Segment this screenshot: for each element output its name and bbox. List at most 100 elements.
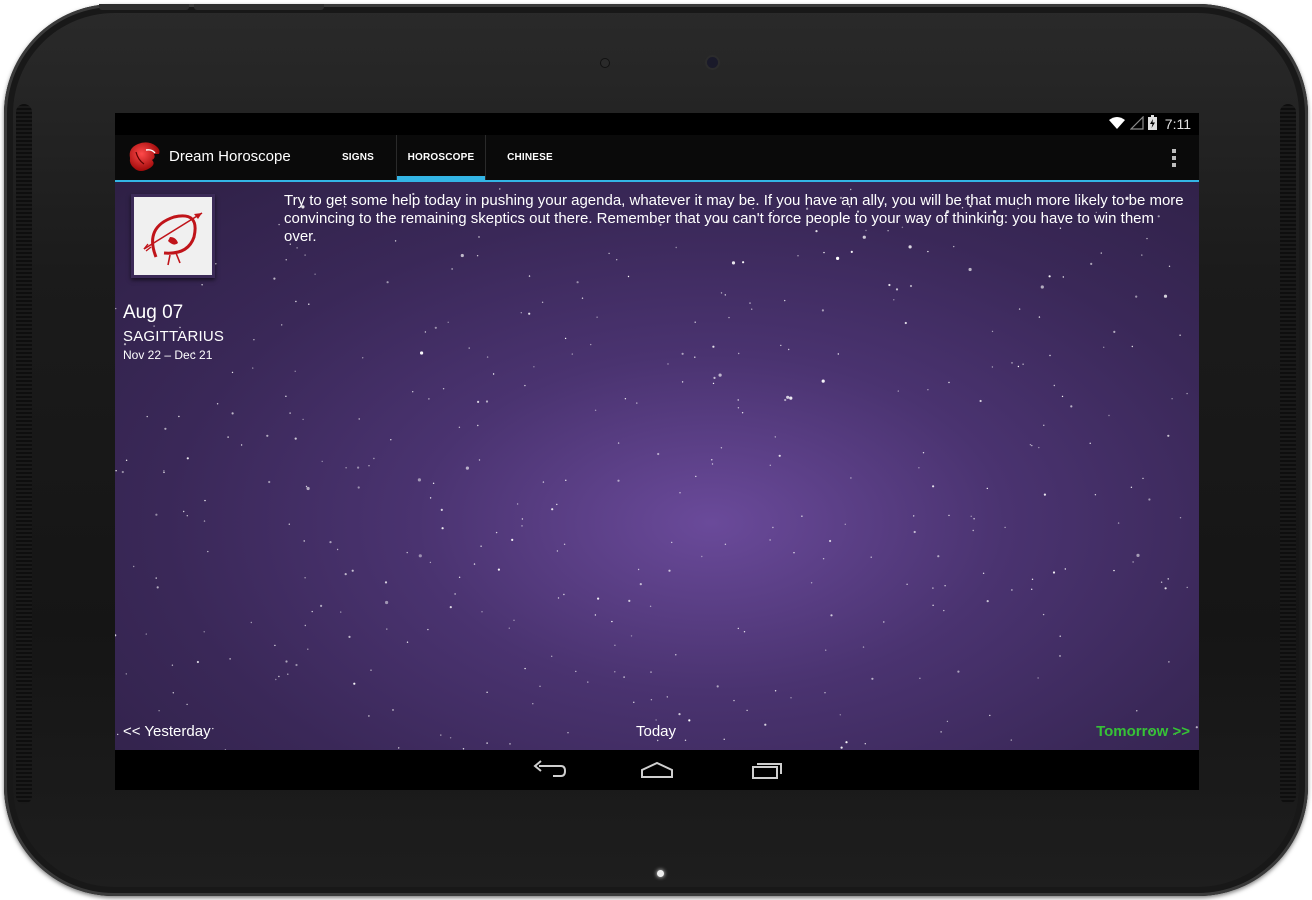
star bbox=[303, 540, 305, 542]
star bbox=[311, 610, 313, 613]
signal-icon bbox=[1129, 115, 1144, 133]
star bbox=[650, 671, 652, 673]
star bbox=[125, 459, 128, 461]
home-icon[interactable] bbox=[637, 758, 677, 782]
star bbox=[850, 188, 852, 191]
star bbox=[797, 255, 799, 257]
star bbox=[432, 482, 435, 484]
star bbox=[1038, 316, 1041, 318]
tab-signs[interactable]: SIGNS bbox=[322, 135, 394, 180]
star bbox=[1049, 354, 1051, 357]
star bbox=[155, 577, 157, 579]
star bbox=[539, 685, 541, 687]
sign-image[interactable] bbox=[131, 194, 215, 278]
star bbox=[449, 737, 452, 739]
star bbox=[186, 703, 188, 706]
star bbox=[822, 558, 825, 560]
star bbox=[1103, 346, 1105, 348]
star bbox=[614, 671, 616, 673]
left-speaker-grille bbox=[16, 104, 32, 804]
star bbox=[285, 259, 287, 261]
star bbox=[1131, 345, 1133, 348]
star bbox=[392, 709, 394, 711]
star bbox=[556, 550, 559, 552]
star bbox=[478, 459, 481, 461]
tab-chinese[interactable]: CHINESE bbox=[486, 135, 574, 180]
star bbox=[420, 351, 424, 355]
star bbox=[711, 459, 713, 461]
star bbox=[1117, 522, 1120, 524]
star bbox=[810, 582, 813, 584]
star bbox=[486, 356, 489, 358]
star bbox=[146, 415, 148, 418]
star bbox=[449, 606, 452, 609]
star bbox=[743, 631, 746, 633]
wifi-icon bbox=[1108, 116, 1126, 133]
system-nav-bar bbox=[115, 750, 1199, 790]
star bbox=[557, 597, 560, 599]
yesterday-link[interactable]: << Yesterday bbox=[123, 723, 211, 740]
star bbox=[741, 412, 744, 414]
star bbox=[1136, 553, 1140, 557]
star bbox=[772, 526, 774, 529]
star bbox=[989, 714, 991, 717]
star bbox=[115, 634, 117, 637]
star bbox=[511, 538, 514, 541]
star bbox=[295, 300, 297, 303]
action-bar: Dream Horoscope SIGNS HOROSCOPE CHINESE bbox=[115, 135, 1199, 182]
star bbox=[1142, 477, 1144, 480]
star bbox=[121, 470, 124, 474]
star bbox=[701, 555, 703, 558]
star bbox=[458, 576, 461, 578]
star bbox=[937, 555, 940, 558]
star bbox=[1090, 262, 1093, 265]
star bbox=[1010, 739, 1012, 741]
star bbox=[250, 621, 252, 624]
star bbox=[306, 486, 310, 491]
tomorrow-link[interactable]: Tomorrow >> bbox=[1096, 723, 1190, 740]
recent-apps-icon[interactable] bbox=[747, 758, 787, 782]
star bbox=[821, 379, 825, 383]
tab-horoscope[interactable]: HOROSCOPE bbox=[396, 135, 486, 180]
star bbox=[1179, 334, 1181, 336]
star bbox=[927, 250, 929, 253]
star bbox=[688, 719, 691, 722]
star bbox=[1052, 571, 1056, 574]
star bbox=[521, 525, 523, 527]
power-button bbox=[99, 4, 189, 10]
star bbox=[207, 550, 209, 553]
star bbox=[524, 384, 526, 387]
star bbox=[897, 390, 899, 392]
star bbox=[1179, 517, 1182, 519]
star bbox=[304, 577, 306, 579]
star bbox=[957, 670, 960, 673]
star bbox=[302, 418, 304, 421]
star bbox=[594, 614, 597, 616]
star bbox=[1042, 613, 1045, 616]
star bbox=[982, 572, 985, 574]
star bbox=[633, 701, 635, 703]
star bbox=[991, 330, 994, 333]
overflow-menu-icon[interactable] bbox=[1165, 147, 1183, 169]
back-icon[interactable] bbox=[529, 758, 569, 782]
star bbox=[824, 692, 826, 694]
star bbox=[340, 611, 342, 613]
star bbox=[1167, 578, 1169, 580]
star bbox=[790, 697, 792, 699]
today-link[interactable]: Today bbox=[636, 723, 676, 740]
star bbox=[252, 367, 254, 369]
star bbox=[724, 294, 726, 296]
star bbox=[788, 348, 790, 351]
star bbox=[738, 352, 740, 355]
star bbox=[495, 531, 498, 534]
star bbox=[480, 545, 482, 547]
star bbox=[304, 254, 306, 256]
notification-led bbox=[657, 870, 664, 877]
star bbox=[294, 370, 296, 372]
star bbox=[1043, 493, 1046, 496]
star bbox=[1195, 726, 1198, 729]
star bbox=[133, 565, 135, 568]
lion-logo-icon[interactable] bbox=[126, 140, 162, 174]
star bbox=[742, 261, 745, 264]
star bbox=[973, 518, 975, 520]
